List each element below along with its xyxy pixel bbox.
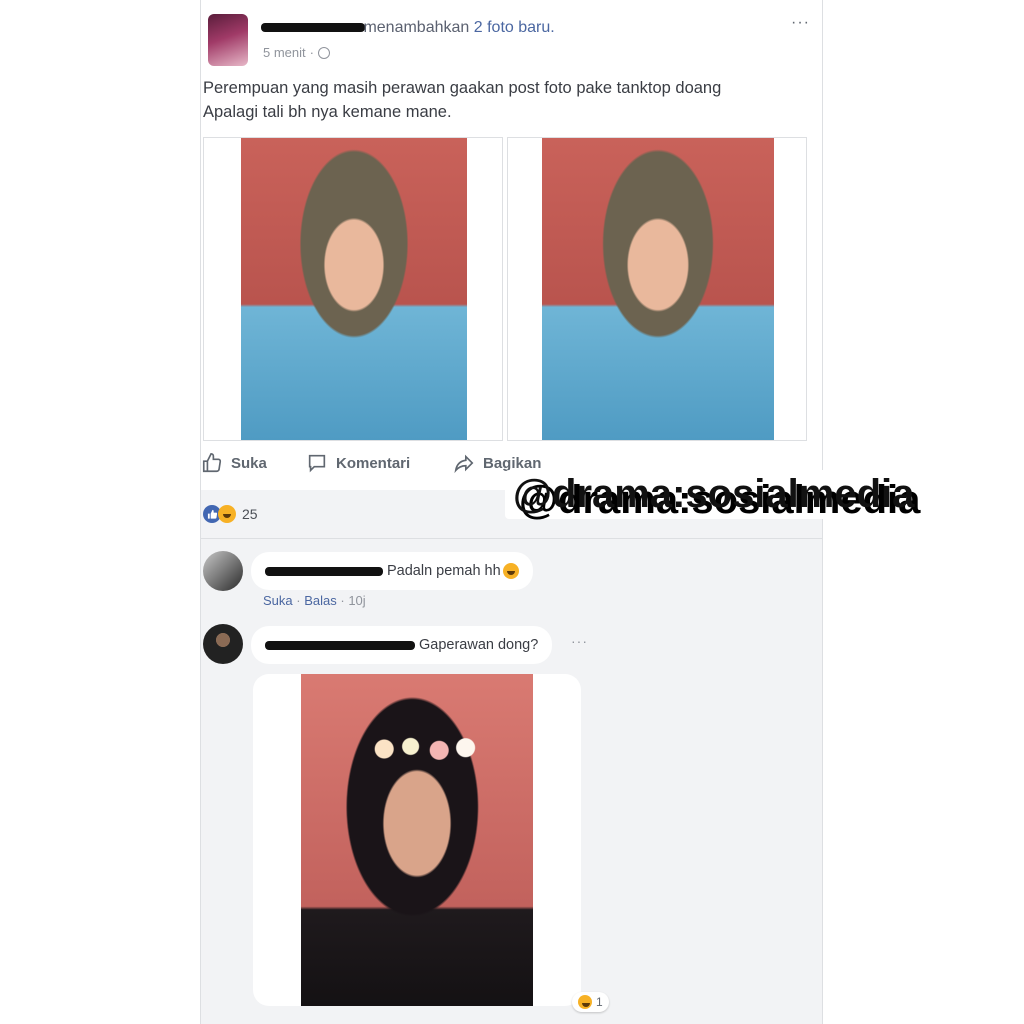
photo-image [301, 674, 533, 1006]
comment-bubble: Gaperawan dong? [251, 626, 553, 664]
comment-text: Gaperawan dong? [419, 637, 539, 653]
comment-reply-link[interactable]: Balas [304, 593, 337, 608]
comment-button[interactable]: Komentari [306, 452, 410, 474]
thumbs-up-icon [202, 453, 222, 473]
comment-text: Padaln pemah hh [387, 563, 501, 579]
globe-icon [317, 46, 330, 59]
comment-options-button[interactable]: ··· [571, 633, 588, 649]
comment-reaction-pill[interactable]: 1 [572, 992, 609, 1012]
photo-image [542, 138, 774, 440]
redacted-commenter-name [265, 566, 383, 576]
comment-reaction-count: 1 [596, 995, 603, 1009]
post-timestamp[interactable]: 5 menit [263, 45, 306, 60]
post-photo-1[interactable] [203, 137, 503, 441]
post-options-button[interactable]: ··· [791, 14, 810, 32]
comment-icon [308, 454, 326, 473]
post-action-text: menambahkan [363, 19, 470, 36]
post-timestamp-row: 5 menit · [263, 45, 330, 60]
commenter-avatar[interactable] [203, 551, 243, 591]
comment-label: Komentari [336, 454, 411, 472]
redacted-commenter-name [265, 640, 415, 650]
reactions-summary[interactable]: 25 [203, 505, 258, 523]
share-label: Bagikan [483, 454, 542, 472]
divider [201, 538, 822, 539]
haha-reaction-icon [218, 505, 236, 523]
watermark-text: @drama:sosialmedia [505, 470, 923, 519]
comment-bubble: Padaln pemah hh [251, 552, 533, 590]
laughing-emoji-icon [578, 995, 592, 1009]
photo-image [241, 138, 467, 440]
post-text: Perempuan yang masih perawan gaakan post… [203, 76, 803, 124]
post-text-line: Perempuan yang masih perawan gaakan post… [203, 79, 722, 97]
reaction-count: 25 [242, 506, 258, 522]
comment-meta: Suka · Balas · 10j [263, 593, 366, 608]
comment-time: 10j [348, 593, 366, 608]
post-header: menambahkan 2 foto baru. [261, 19, 555, 37]
comment-photo[interactable] [253, 674, 581, 1006]
post-text-line: Apalagi tali bh nya kemane mane. [203, 103, 452, 121]
flower-crown-filter [371, 736, 481, 762]
commenter-avatar[interactable] [203, 624, 243, 664]
post-photo-2[interactable] [507, 137, 807, 441]
like-button[interactable]: Suka [201, 452, 267, 474]
laughing-emoji-icon [502, 563, 519, 580]
new-photos-link[interactable]: 2 foto baru. [474, 19, 555, 36]
redacted-author-name [261, 23, 365, 33]
comment-like-link[interactable]: Suka [263, 593, 293, 608]
share-icon [454, 454, 474, 474]
author-avatar[interactable] [208, 14, 248, 66]
like-label: Suka [231, 454, 267, 472]
